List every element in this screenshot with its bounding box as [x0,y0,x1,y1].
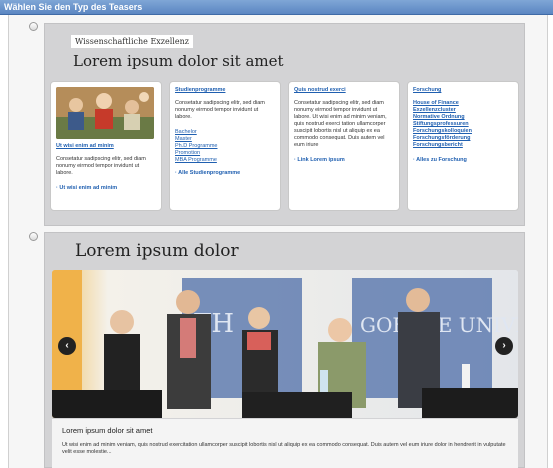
teaser-type-radio-2[interactable] [29,232,38,241]
list-item-link[interactable]: House of Finance [413,100,513,107]
teaser-card-3: Quis nostrud exerci Consetatur sadipscin… [288,81,400,211]
card-more-link[interactable]: · Link Lorem ipsum [294,157,345,163]
caption-text: Ut wisi enim ad minim veniam, quis nostr… [62,442,506,455]
slideshow-image: TH GOETHE UNIVERSITÄT ‹ › [52,270,518,418]
teaser-type-radio-1[interactable] [29,22,38,31]
card-text: Consetatur sadipscing elitr, sed diam no… [294,100,387,148]
list-item-link[interactable]: Forschungsbericht [413,142,513,149]
card-link-list: House of Finance Exzellenzcluster Normat… [413,100,513,149]
option-title: Lorem ipsum dolor [75,241,239,261]
list-item-link[interactable]: Master [175,136,275,143]
list-item-link[interactable]: Ph.D Programme [175,143,275,150]
card-headline-link[interactable]: Ut wisi enim ad minim [56,143,156,150]
list-item-link[interactable]: Normative Ordnung [413,114,513,121]
card-headline-link[interactable]: Studienprogramme [175,87,275,94]
slideshow-caption: Lorem ipsum dolor sit amet Ut wisi enim … [52,419,518,468]
slideshow-prev-button[interactable]: ‹ [58,337,76,355]
option-title: Lorem ipsum dolor sit amet [73,52,284,70]
list-item-link[interactable]: MBA Programme [175,157,275,164]
teaser-option-text-cards[interactable]: Wissenschaftliche Exzellenz Lorem ipsum … [44,23,525,226]
list-item-link[interactable]: Promotion [175,150,275,157]
card-headline-link[interactable]: Quis nostrud exerci [294,87,394,94]
caption-title: Lorem ipsum dolor sit amet [62,426,153,435]
card-headline-link[interactable]: Forschung [413,87,513,94]
teaser-option-slideshow[interactable]: Lorem ipsum dolor TH GOETHE UNIVERSITÄT [44,232,525,468]
card-more-link[interactable]: · Ut wisi enim ad minim [56,185,117,191]
card-more-link[interactable]: · Alle Studienprogramme [175,170,240,176]
card-text: Consetatur sadipscing elitr, sed diam no… [175,100,265,120]
panel-discussion-photo-icon: TH GOETHE UNIVERSITÄT [52,270,518,418]
list-item-link[interactable]: Exzellenzcluster [413,107,513,114]
card-more-link[interactable]: · Alles zu Forschung [413,157,467,163]
card-text: Consetatur sadipscing elitr, sed diam no… [56,156,146,176]
teaser-card-1: Ut wisi enim ad minim Consetatur sadipsc… [50,81,162,211]
teaser-photo [56,87,154,139]
list-item-link[interactable]: Stiftungsprofessuren [413,121,513,128]
slideshow-next-button[interactable]: › [495,337,513,355]
list-item-link[interactable]: Forschungsförderung [413,135,513,142]
teaser-cards: Ut wisi enim ad minim Consetatur sadipsc… [50,81,521,211]
dialog-title: Wählen Sie den Typ des Teasers [0,0,553,15]
teaser-card-4: Forschung House of Finance Exzellenzclus… [407,81,519,211]
list-item-link[interactable]: Forschungskolloquien [413,128,513,135]
teaser-card-2: Studienprogramme Consetatur sadipscing e… [169,81,281,211]
kicker-label: Wissenschaftliche Exzellenz [71,35,193,48]
card-link-list: Bachelor Master Ph.D Programme Promotion… [175,129,275,164]
list-item-link[interactable]: Bachelor [175,129,275,136]
children-photo-icon [56,87,154,139]
